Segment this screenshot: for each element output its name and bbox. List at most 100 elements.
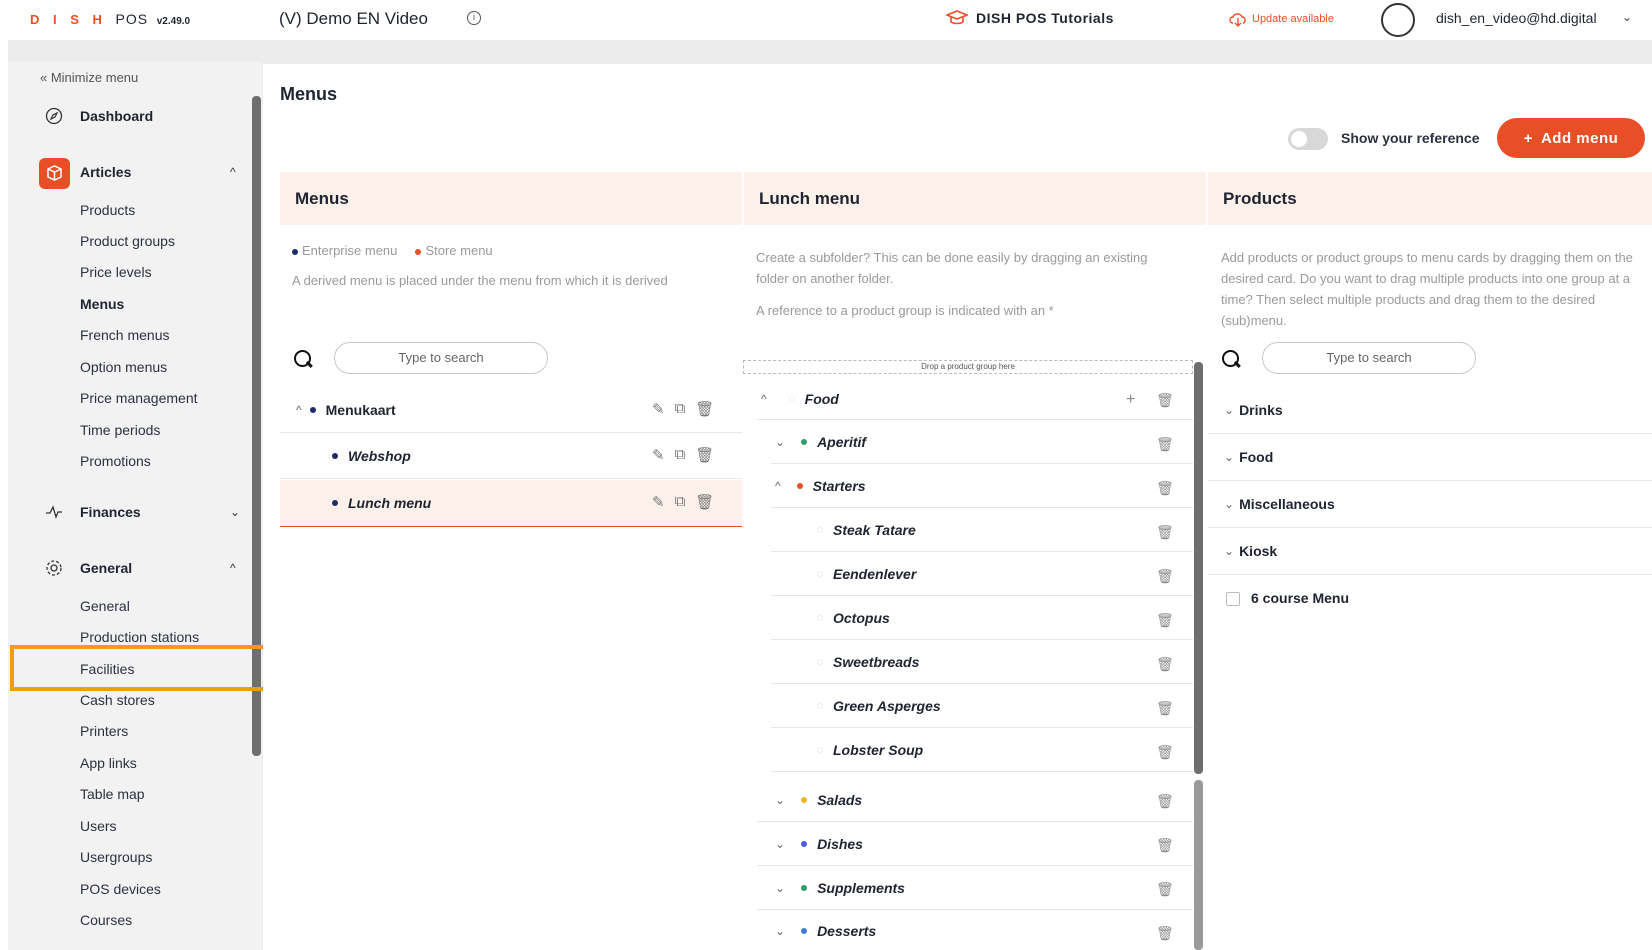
menus-column-header: Menus xyxy=(280,172,742,225)
sidebar-item-promotions[interactable]: Promotions xyxy=(80,453,151,469)
trash-icon[interactable]: 🗑 xyxy=(1156,837,1174,854)
product-name: Eendenlever xyxy=(833,566,917,582)
trash-icon[interactable]: 🗑 xyxy=(1156,392,1174,409)
copy-icon[interactable]: ⧉ xyxy=(675,493,686,511)
chevron-down-icon[interactable]: ⌄ xyxy=(230,505,240,519)
pencil-icon[interactable]: ✎ xyxy=(652,446,665,464)
show-reference-toggle[interactable] xyxy=(1288,128,1328,150)
products-search-input[interactable]: Type to search xyxy=(1262,342,1476,374)
pencil-icon[interactable]: ✎ xyxy=(652,400,665,418)
trash-icon[interactable]: 🗑 xyxy=(1156,925,1174,942)
product-name[interactable]: 6 course Menu xyxy=(1251,590,1349,606)
group-row-aperitif[interactable]: ⌄ Aperitif xyxy=(771,421,1193,464)
trash-icon[interactable]: 🗑 xyxy=(695,400,714,418)
product-group-kiosk[interactable]: ⌄ Kiosk xyxy=(1208,528,1652,575)
chevron-down-icon[interactable]: ⌄ xyxy=(1622,10,1632,24)
product-row[interactable]: Green Asperges xyxy=(771,685,1193,728)
plus-icon: + xyxy=(1523,129,1533,147)
group-row-desserts[interactable]: ⌄ Desserts xyxy=(757,911,1193,950)
menus-search-input[interactable]: Type to search xyxy=(334,342,548,374)
store-name[interactable]: (V) Demo EN Video xyxy=(279,9,428,29)
sidebar-item-products[interactable]: Products xyxy=(80,202,135,218)
chevron-down-icon[interactable]: ⌄ xyxy=(775,881,785,895)
trash-icon[interactable]: 🗑 xyxy=(1156,612,1174,629)
chevron-down-icon[interactable]: ⌄ xyxy=(1224,403,1234,417)
chevron-down-icon[interactable]: ⌄ xyxy=(1224,450,1234,464)
sidebar-item-general-sub[interactable]: General xyxy=(80,598,130,614)
sidebar-item-menus[interactable]: Menus xyxy=(80,296,124,312)
tutorials-link[interactable]: DISH POS Tutorials xyxy=(946,10,1114,26)
chevron-down-icon[interactable]: ⌄ xyxy=(775,837,785,851)
avatar[interactable] xyxy=(1381,3,1415,37)
chevron-down-icon[interactable]: ⌄ xyxy=(1224,497,1234,511)
product-row[interactable]: Sweetbreads xyxy=(771,641,1193,684)
chevron-down-icon[interactable]: ⌄ xyxy=(1224,544,1234,558)
group-row-supplements[interactable]: ⌄ Supplements xyxy=(757,867,1193,910)
search-icon[interactable] xyxy=(1222,350,1240,368)
sidebar-item-table-map[interactable]: Table map xyxy=(80,786,145,802)
sidebar-item-option-menus[interactable]: Option menus xyxy=(80,359,167,375)
chevron-down-icon[interactable]: ⌄ xyxy=(775,435,785,449)
group-row-salads[interactable]: ⌄ Salads xyxy=(757,778,1193,822)
lunch-scrollbar[interactable] xyxy=(1194,362,1203,774)
product-checkbox[interactable] xyxy=(1226,592,1240,606)
search-icon[interactable] xyxy=(294,350,312,368)
trash-icon[interactable]: 🗑 xyxy=(1156,480,1174,497)
chevron-down-icon[interactable]: ⌄ xyxy=(775,793,785,807)
trash-icon[interactable]: 🗑 xyxy=(1156,524,1174,541)
trash-icon[interactable]: 🗑 xyxy=(1156,568,1174,585)
product-group-drinks[interactable]: ⌄ Drinks xyxy=(1208,387,1652,434)
trash-icon[interactable]: 🗑 xyxy=(1156,881,1174,898)
trash-icon[interactable]: 🗑 xyxy=(695,446,714,464)
copy-icon[interactable]: ⧉ xyxy=(675,400,686,418)
info-icon[interactable]: i xyxy=(467,11,481,25)
product-group-food[interactable]: ⌄ Food xyxy=(1208,434,1652,481)
copy-icon[interactable]: ⧉ xyxy=(675,446,686,464)
sidebar-item-general[interactable]: General xyxy=(80,560,132,576)
sidebar-item-production-stations[interactable]: Production stations xyxy=(80,629,199,645)
sidebar-item-cash-stores[interactable]: Cash stores xyxy=(80,692,155,708)
user-email[interactable]: dish_en_video@hd.digital xyxy=(1436,10,1597,26)
sidebar-item-product-groups[interactable]: Product groups xyxy=(80,233,175,249)
chevron-up-icon[interactable]: ^ xyxy=(296,403,302,417)
chevron-up-icon[interactable]: ^ xyxy=(761,392,767,406)
sidebar-item-courses[interactable]: Courses xyxy=(80,912,132,928)
group-row-starters[interactable]: ^ Starters xyxy=(771,465,1193,508)
chevron-up-icon[interactable]: ^ xyxy=(230,165,236,179)
sidebar-item-finances[interactable]: Finances xyxy=(80,504,141,520)
update-available-link[interactable]: Update available xyxy=(1228,11,1334,27)
product-row[interactable]: Octopus xyxy=(771,597,1193,640)
trash-icon[interactable]: 🗑 xyxy=(1156,700,1174,717)
trash-icon[interactable]: 🗑 xyxy=(1156,744,1174,761)
minimize-menu-button[interactable]: « Minimize menu xyxy=(40,70,138,85)
sidebar-item-price-levels[interactable]: Price levels xyxy=(80,264,152,280)
trash-icon[interactable]: 🗑 xyxy=(1156,656,1174,673)
group-row-dishes[interactable]: ⌄ Dishes xyxy=(757,823,1193,866)
sidebar-item-printers[interactable]: Printers xyxy=(80,723,128,739)
sidebar-item-app-links[interactable]: App links xyxy=(80,755,137,771)
trash-icon[interactable]: 🗑 xyxy=(1156,436,1174,453)
add-menu-button[interactable]: + Add menu xyxy=(1497,118,1645,158)
product-row[interactable]: Steak Tatare xyxy=(771,509,1193,552)
chevron-up-icon[interactable]: ^ xyxy=(775,479,781,493)
product-row[interactable]: Eendenlever xyxy=(771,553,1193,596)
product-group-miscellaneous[interactable]: ⌄ Miscellaneous xyxy=(1208,481,1652,528)
sidebar-item-price-management[interactable]: Price management xyxy=(80,390,198,406)
sidebar-item-time-periods[interactable]: Time periods xyxy=(80,422,160,438)
sidebar-item-usergroups[interactable]: Usergroups xyxy=(80,849,152,865)
product-row[interactable]: Lobster Soup xyxy=(771,729,1193,772)
chevron-up-icon[interactable]: ^ xyxy=(230,561,236,575)
sidebar-item-users[interactable]: Users xyxy=(80,818,117,834)
drop-zone[interactable]: Drop a product group here xyxy=(743,360,1193,374)
pencil-icon[interactable]: ✎ xyxy=(652,493,665,511)
sidebar-item-articles[interactable]: Articles xyxy=(80,164,131,180)
sidebar-item-pos-devices[interactable]: POS devices xyxy=(80,881,161,897)
sidebar-item-french-menus[interactable]: French menus xyxy=(80,327,169,343)
chevron-down-icon[interactable]: ⌄ xyxy=(775,924,785,938)
trash-icon[interactable]: 🗑 xyxy=(695,493,714,511)
product-name: Sweetbreads xyxy=(833,654,920,670)
trash-icon[interactable]: 🗑 xyxy=(1156,793,1174,810)
plus-icon[interactable]: + xyxy=(1126,391,1135,409)
brand-logo[interactable]: D I S H POS v2.49.0 xyxy=(30,11,190,27)
sidebar-item-dashboard[interactable]: Dashboard xyxy=(80,108,153,124)
